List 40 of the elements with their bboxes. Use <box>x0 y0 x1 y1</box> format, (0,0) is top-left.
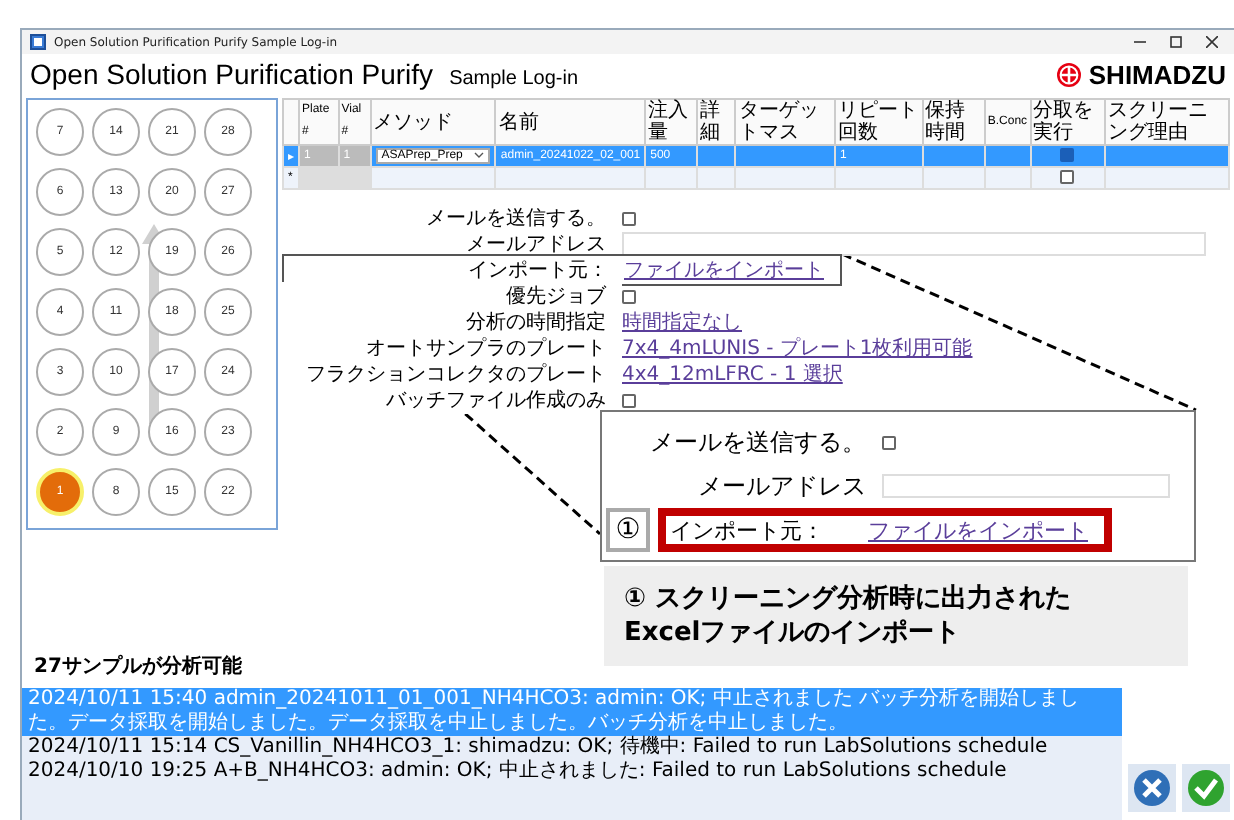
link[interactable]: ファイルをインポート <box>624 256 824 284</box>
column-header: スクリーニング理由 <box>1105 99 1229 145</box>
minimize-icon <box>1134 36 1146 48</box>
log-entry[interactable]: 2024/10/10 19:25 A+B_NH4HCO3: admin: OK; 中止されました: Failed to run LabSolutions schedule <box>22 760 1122 784</box>
column-header: メソッド <box>370 99 496 145</box>
caret-icon <box>474 150 485 160</box>
column-header: 保持時間 <box>922 99 985 145</box>
link[interactable]: 4x4_12mLFRC - 1 選択 <box>622 360 843 388</box>
app-name: Open Solution Purification Purify <box>30 58 434 90</box>
close-icon <box>1206 36 1218 48</box>
checkbox[interactable] <box>622 289 636 303</box>
checkbox[interactable] <box>1060 148 1075 163</box>
link[interactable]: 時間指定なし <box>622 308 742 336</box>
email-field[interactable] <box>882 474 1170 498</box>
field-label: インポート元： <box>670 515 826 545</box>
ok-button[interactable] <box>1182 764 1230 812</box>
log-entry[interactable]: 2024/10/11 15:14 CS_Vanillin_NH4HCO3_1: shimadzu: OK; 待機中: Failed to run LabSolutions schedule <box>22 736 1122 760</box>
step-number: ① <box>606 508 650 552</box>
column-header: 注入量 <box>645 99 698 145</box>
maximize-icon <box>1170 36 1182 48</box>
field-label: メールアドレス <box>696 469 868 503</box>
column-header: 分取を実行 <box>1030 99 1105 145</box>
link[interactable]: ファイルをインポート <box>868 515 1088 545</box>
email-field[interactable] <box>622 232 1206 256</box>
column-header: ターゲットマス <box>735 99 835 145</box>
column-header: 詳細 <box>697 99 736 145</box>
brand-name: SHIMADZU <box>1088 59 1226 89</box>
checkbox[interactable] <box>622 211 636 225</box>
column-header: リピート回数 <box>834 99 923 145</box>
checkbox[interactable] <box>622 393 636 407</box>
caption-text: ① スクリーニング分析時に出力された Excelファイルのインポート <box>604 566 1188 666</box>
screen-title: Sample Log-in <box>449 68 579 90</box>
field-label: メールを送信する。 <box>648 425 868 459</box>
cancel-button[interactable] <box>1128 764 1176 812</box>
status-text: 27サンプルが分析可能 <box>32 652 244 682</box>
checkbox[interactable] <box>882 435 896 449</box>
logo-icon <box>1056 61 1083 87</box>
link[interactable]: 7x4_4mLUNIS - プレート1枚利用可能 <box>622 334 973 362</box>
checkbox[interactable] <box>1060 170 1075 185</box>
column-header: 名前 <box>495 99 646 145</box>
